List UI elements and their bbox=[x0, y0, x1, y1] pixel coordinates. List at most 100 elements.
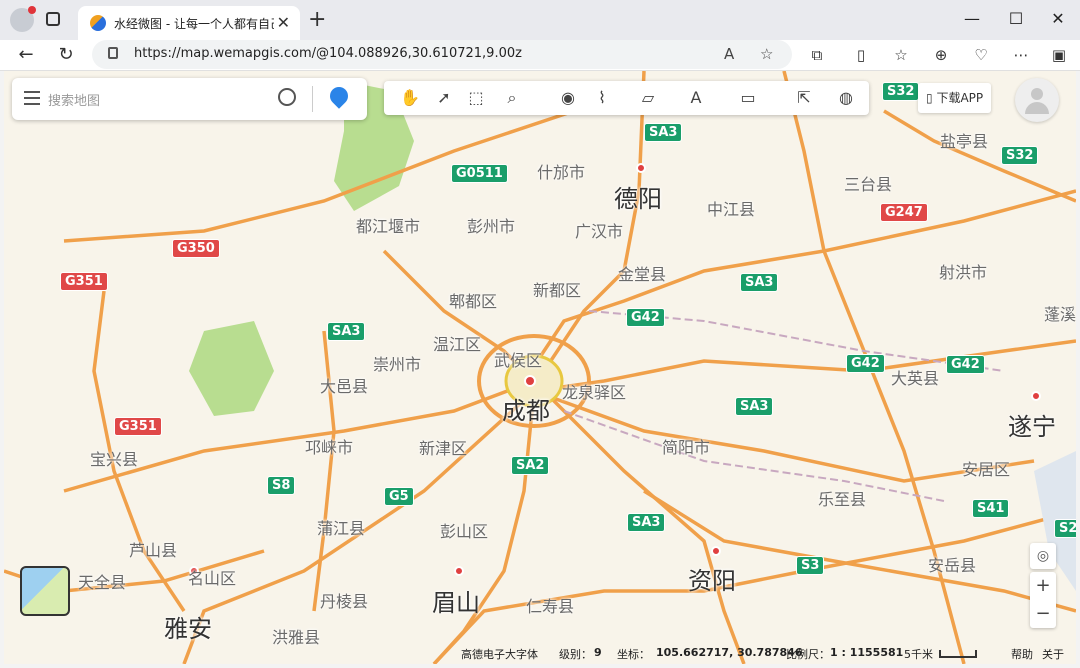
place-label: 安岳县 bbox=[928, 556, 977, 575]
road-shield: SA3 bbox=[644, 123, 683, 142]
layer-switch-thumbnail[interactable] bbox=[20, 566, 70, 616]
back-icon[interactable]: ← bbox=[14, 43, 38, 67]
place-label: 天全县 bbox=[78, 573, 127, 592]
box-select-icon[interactable]: ⬚ bbox=[464, 86, 488, 110]
url-text[interactable]: https://map.wemapgis.com/@104.088926,30.… bbox=[134, 46, 522, 61]
search-box: 搜索地图 bbox=[12, 78, 367, 120]
address-bar: ← ↻ https://map.wemapgis.com/@104.088926… bbox=[0, 40, 1080, 71]
polygon-icon[interactable]: ▱ bbox=[636, 86, 660, 110]
zoom-out-button[interactable]: − bbox=[1030, 600, 1056, 628]
level-label: 级别： bbox=[559, 648, 592, 661]
polyline-icon[interactable]: ⌇ bbox=[590, 86, 614, 110]
pan-hand-icon[interactable]: ✋ bbox=[398, 86, 422, 110]
city-label: 雅安 bbox=[164, 615, 212, 643]
split-screen-icon[interactable]: ▯ bbox=[850, 44, 872, 66]
place-label: 蒲江县 bbox=[317, 519, 366, 538]
city-label: 眉山 bbox=[432, 589, 480, 617]
zoom-in-button[interactable]: + bbox=[1030, 572, 1056, 600]
road-shield: G42 bbox=[846, 354, 885, 373]
font-name[interactable]: 高德电子大字体 bbox=[461, 646, 538, 662]
place-label: 崇州市 bbox=[373, 355, 422, 374]
place-label: 新都区 bbox=[533, 281, 582, 300]
select-arrow-icon[interactable]: ➚ bbox=[432, 86, 456, 110]
railway-lines bbox=[563, 310, 1005, 502]
place-label: 广汉市 bbox=[575, 222, 624, 241]
level-value: 9 bbox=[594, 646, 602, 659]
place-label: 名山区 bbox=[188, 569, 237, 588]
marker-icon[interactable]: ◉ bbox=[556, 86, 580, 110]
road-shield: S41 bbox=[972, 499, 1010, 518]
place-label: 射洪市 bbox=[939, 263, 988, 282]
place-label: 温江区 bbox=[433, 335, 482, 354]
place-label: 大英县 bbox=[891, 369, 940, 388]
tab-actions-icon[interactable] bbox=[46, 12, 60, 26]
place-label: 宝兴县 bbox=[90, 450, 139, 469]
road-shield: SA2 bbox=[511, 456, 550, 475]
read-aloud-icon[interactable]: A bbox=[724, 45, 734, 63]
refresh-icon[interactable]: ↻ bbox=[54, 43, 78, 67]
road-shield: G351 bbox=[114, 417, 162, 436]
scale-value: 1 : 1155581 bbox=[830, 646, 904, 659]
road-shield: S32 bbox=[1001, 146, 1039, 165]
measure-ruler-icon[interactable]: ▭ bbox=[736, 86, 760, 110]
coord-label: 坐标： bbox=[617, 648, 650, 661]
map-toolbar: ✋ ➚ ⬚ ⌕ ◉ ⌇ ▱ A ▭ ⇱ ◍ bbox=[384, 81, 869, 115]
help-link[interactable]: 帮助 bbox=[1011, 646, 1033, 662]
road-shield: G0511 bbox=[451, 164, 508, 183]
omnibox[interactable]: https://map.wemapgis.com/@104.088926,30.… bbox=[92, 40, 792, 69]
user-avatar[interactable] bbox=[1015, 78, 1059, 122]
road-shield: G350 bbox=[172, 239, 220, 258]
lock-icon[interactable] bbox=[108, 47, 118, 59]
download-app-button[interactable]: ▯ 下载APP bbox=[918, 83, 992, 113]
profile-icon[interactable] bbox=[10, 6, 36, 32]
globe-icon[interactable]: ◍ bbox=[834, 86, 858, 110]
tab-active[interactable]: 水经微图 - 让每一个人都有自己的 ✕ bbox=[78, 6, 300, 40]
place-label: 彭州市 bbox=[467, 217, 516, 236]
extensions-icon[interactable]: ⧉ bbox=[806, 44, 828, 66]
close-window-button[interactable]: ✕ bbox=[1036, 6, 1080, 32]
road-shield: SA3 bbox=[627, 513, 666, 532]
place-label: 武侯区 bbox=[494, 351, 543, 370]
tab-close-icon[interactable]: ✕ bbox=[277, 13, 290, 32]
menu-icon[interactable] bbox=[24, 91, 40, 105]
city-label: 德阳 bbox=[614, 185, 662, 213]
road-shield: G351 bbox=[60, 272, 108, 291]
coord-value: 105.662717, 30.787846 bbox=[656, 646, 803, 659]
zoom-area-icon[interactable]: ⌕ bbox=[500, 86, 524, 110]
place-label: 中江县 bbox=[707, 200, 756, 219]
maximize-button[interactable]: ☐ bbox=[994, 6, 1038, 32]
text-tool-icon[interactable]: A bbox=[684, 86, 708, 110]
road-shield: S8 bbox=[267, 476, 296, 495]
place-label: 蓬溪 bbox=[1044, 305, 1076, 324]
minimize-button[interactable]: — bbox=[950, 6, 994, 32]
road-shield: SA3 bbox=[735, 397, 774, 416]
search-input[interactable]: 搜索地图 bbox=[48, 90, 100, 109]
collections-icon[interactable]: ⊕ bbox=[930, 44, 952, 66]
road-shield: S32 bbox=[882, 82, 920, 101]
place-label: 盐亭县 bbox=[940, 132, 989, 151]
new-tab-button[interactable]: + bbox=[308, 7, 326, 32]
favorite-star-icon[interactable]: ☆ bbox=[760, 45, 773, 63]
place-label: 都江堰市 bbox=[356, 217, 421, 236]
map-canvas[interactable]: 成都 德阳 资阳 眉山 遂宁 雅安 什邡市 中江县 三台县 盐亭县 都江堰市 彭… bbox=[4, 71, 1076, 664]
place-label: 金堂县 bbox=[618, 265, 667, 284]
road-shield: G42 bbox=[946, 355, 985, 374]
browser-essentials-icon[interactable]: ♡ bbox=[970, 44, 992, 66]
favicon-icon bbox=[90, 15, 106, 31]
more-menu-icon[interactable]: ⋯ bbox=[1010, 44, 1032, 66]
search-icon[interactable] bbox=[278, 88, 296, 106]
place-label: 丹棱县 bbox=[320, 592, 369, 611]
scale-bar bbox=[939, 650, 977, 658]
favorites-icon[interactable]: ☆ bbox=[890, 44, 912, 66]
download-app-label: 下载APP bbox=[936, 91, 984, 105]
sidebar-icon[interactable]: ▣ bbox=[1048, 44, 1070, 66]
scale-label: 比例尺： bbox=[786, 648, 830, 661]
road-shield: G42 bbox=[626, 308, 665, 327]
status-bar: 高德电子大字体 级别： 9 坐标： 105.662717, 30.787846 … bbox=[4, 642, 1076, 664]
locate-icon[interactable]: ◎ bbox=[1030, 543, 1056, 569]
location-pin-icon[interactable] bbox=[326, 83, 352, 109]
place-label: 安居区 bbox=[962, 460, 1011, 479]
place-label: 乐至县 bbox=[818, 490, 867, 509]
pointer-tool-icon[interactable]: ⇱ bbox=[792, 86, 816, 110]
about-link[interactable]: 关于 bbox=[1042, 646, 1064, 662]
